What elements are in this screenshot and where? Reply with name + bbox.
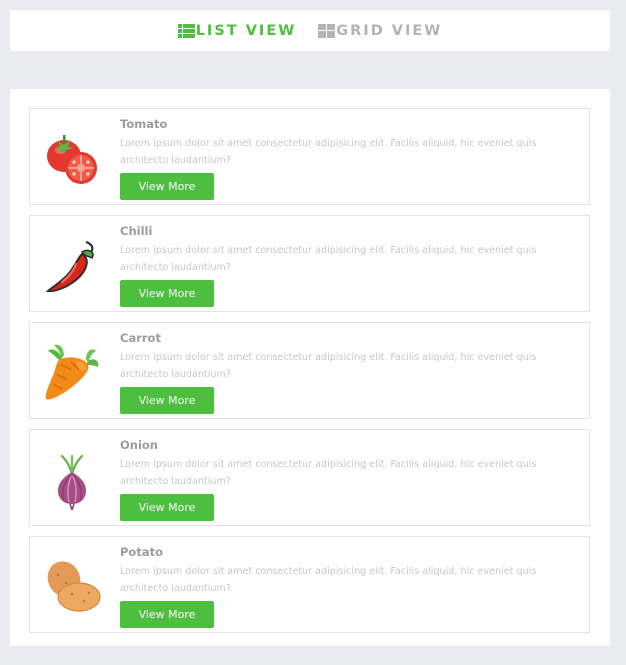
list-item: Potato Lorem ipsum dolor sit amet consec… (29, 536, 590, 633)
list-item: Carrot Lorem ipsum dolor sit amet consec… (29, 322, 590, 419)
carrot-icon (45, 344, 99, 400)
item-title: Chilli (120, 224, 153, 238)
list-item: Onion Lorem ipsum dolor sit amet consect… (29, 429, 590, 526)
list-view-toggle[interactable]: LIST VIEW (177, 22, 297, 39)
potato-icon (47, 561, 101, 612)
item-description: Lorem ipsum dolor sit amet consectetur a… (120, 352, 537, 380)
item-title: Tomato (120, 117, 168, 131)
view-more-button[interactable]: View More (120, 173, 214, 200)
product-list: Tomato Lorem ipsum dolor sit amet consec… (10, 89, 610, 646)
item-description: Lorem ipsum dolor sit amet consectetur a… (120, 459, 537, 487)
view-more-button[interactable]: View More (120, 601, 214, 628)
view-more-button[interactable]: View More (120, 387, 214, 414)
grid-view-toggle[interactable]: GRID VIEW (318, 23, 442, 39)
view-more-button[interactable]: View More (120, 280, 214, 307)
view-more-button[interactable]: View More (120, 494, 214, 521)
grid-view-label: GRID VIEW (336, 22, 443, 39)
item-title: Carrot (120, 331, 161, 345)
view-switcher: LIST VIEW GRID VIEW (10, 10, 610, 51)
tomato-icon (47, 135, 97, 184)
item-description: Lorem ipsum dolor sit amet consectetur a… (120, 245, 537, 273)
chilli-icon (45, 240, 94, 293)
item-description: Lorem ipsum dolor sit amet consectetur a… (120, 566, 537, 594)
item-title: Potato (120, 545, 163, 559)
item-description: Lorem ipsum dolor sit amet consectetur a… (120, 138, 537, 166)
list-item: Chilli Lorem ipsum dolor sit amet consec… (29, 215, 590, 312)
item-title: Onion (120, 438, 158, 452)
list-icon (177, 23, 195, 38)
list-view-label: LIST VIEW (195, 22, 297, 39)
list-item: Tomato Lorem ipsum dolor sit amet consec… (29, 108, 590, 205)
grid-icon (318, 23, 336, 38)
onion-icon (58, 454, 86, 510)
